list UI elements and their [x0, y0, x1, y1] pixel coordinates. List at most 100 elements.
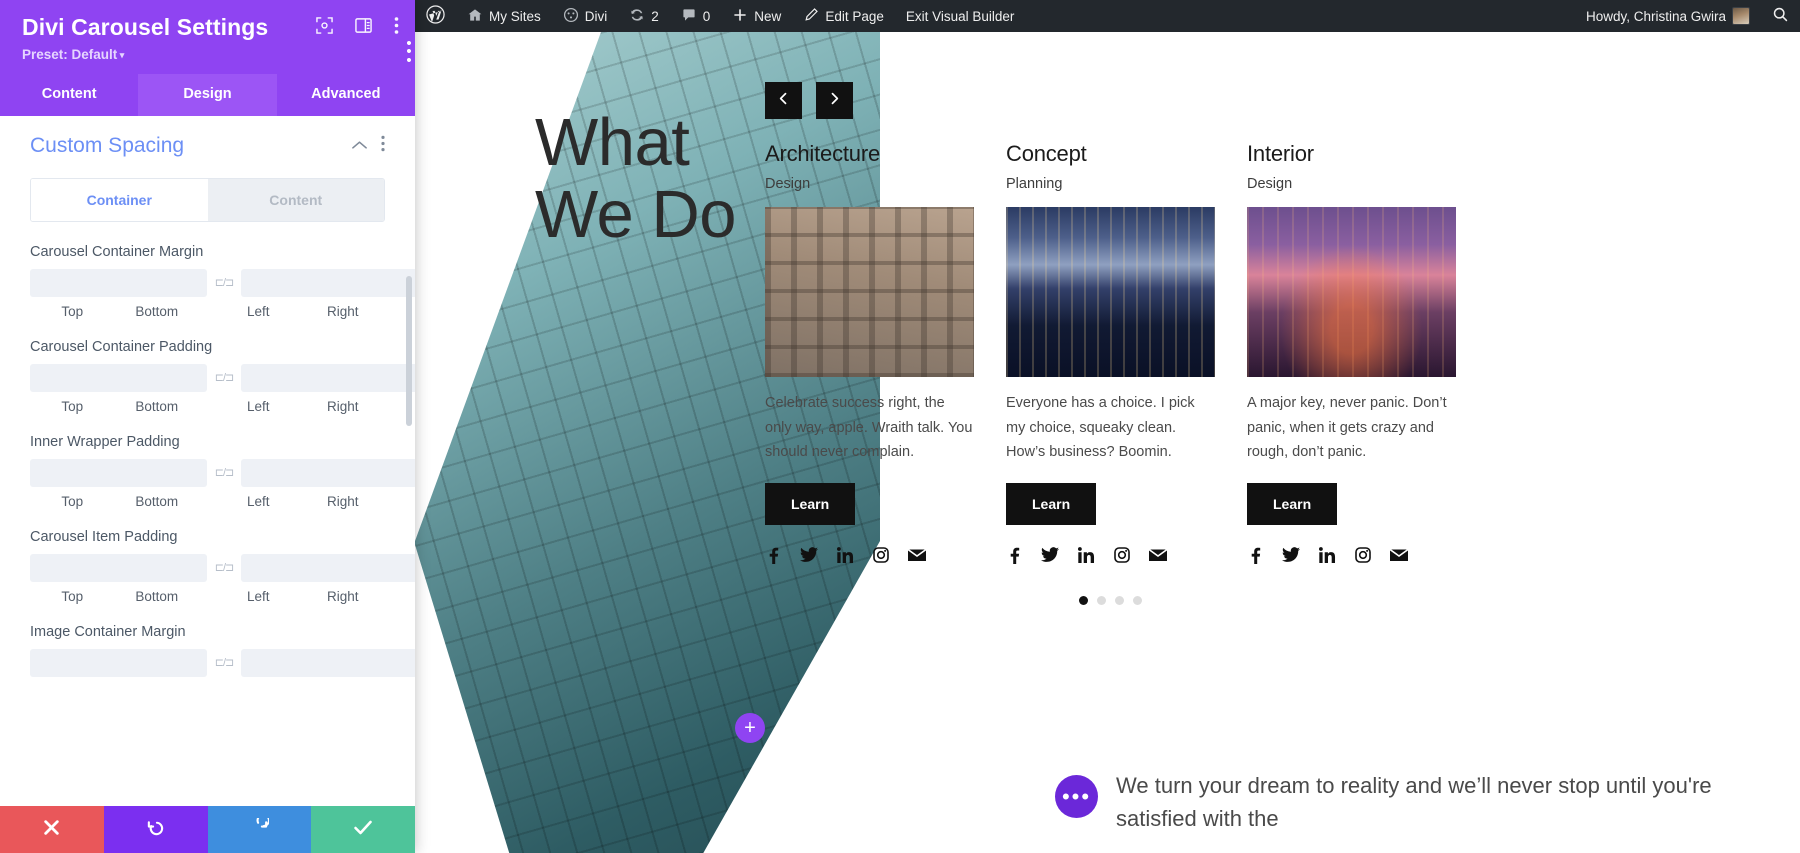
field-group-carousel-item-padding: Carousel Item Padding ⊏/⊐ ⊏/⊐ [30, 528, 415, 604]
more-options-icon[interactable] [394, 16, 399, 35]
adminbar-item-wordpress-logo[interactable] [415, 0, 456, 32]
check-icon [353, 819, 373, 841]
responsive-preview-icon[interactable] [316, 17, 333, 34]
add-module-button[interactable]: + [735, 713, 765, 743]
input-bottom[interactable] [241, 458, 415, 487]
visual-builder-handle-dots[interactable]: • • • [403, 36, 415, 67]
input-top[interactable] [30, 553, 207, 582]
card-title: Concept [1006, 141, 1087, 166]
card-description: A major key, never panic. Don’t panic, w… [1247, 395, 1447, 461]
card-learn-button[interactable]: Learn [1247, 482, 1338, 525]
input-top[interactable] [30, 268, 207, 297]
panel-layout-icon[interactable] [355, 17, 372, 34]
adminbar-item-divi[interactable]: Divi [552, 0, 619, 32]
email-icon[interactable] [907, 548, 927, 562]
sublabel-bottom: Bottom [135, 588, 179, 604]
carousel-dot[interactable] [1079, 595, 1088, 605]
adminbar-item-edit-page[interactable]: Edit Page [792, 0, 895, 32]
linkedin-icon[interactable] [1078, 547, 1095, 564]
redo-button[interactable] [207, 806, 312, 853]
field-label: Carousel Container Margin [30, 243, 204, 260]
linkedin-icon[interactable] [837, 547, 854, 564]
input-top[interactable] [30, 458, 207, 487]
carousel-card[interactable]: Concept Planning Everyone has a choice. … [1006, 141, 1215, 605]
facebook-icon[interactable] [765, 547, 781, 564]
settings-scroll-area: Custom Spacing Container Content Carouse… [0, 116, 415, 677]
tab-advanced[interactable]: Advanced [277, 74, 415, 116]
instagram-icon[interactable] [1114, 547, 1130, 564]
sublabel-right: Right [326, 303, 359, 319]
adminbar-item-howdy[interactable]: Howdy, Christina Gwira [1575, 0, 1761, 32]
link-values-icon[interactable]: ⊏/⊐ [207, 466, 241, 479]
chevron-down-icon: ▾ [117, 49, 125, 60]
field-sublabels: Top Bottom Left Right [30, 494, 385, 509]
link-values-icon[interactable]: ⊏/⊐ [207, 561, 241, 574]
carousel-prev-button[interactable] [765, 82, 802, 119]
facebook-icon[interactable] [1006, 547, 1022, 564]
adminbar-item-comments[interactable]: 0 [670, 0, 722, 32]
card-image [1247, 207, 1456, 377]
input-bottom[interactable] [241, 648, 415, 677]
card-title: Architecture [765, 141, 880, 166]
input-bottom[interactable] [241, 268, 415, 297]
save-button[interactable] [311, 806, 415, 853]
carousel-dot[interactable] [1115, 595, 1124, 605]
section-header-actions [352, 135, 385, 157]
link-values-icon[interactable]: ⊏/⊐ [207, 276, 241, 289]
tab-content[interactable]: Content [0, 74, 138, 116]
sublabel-bottom: Bottom [135, 493, 179, 509]
email-icon[interactable] [1148, 548, 1168, 562]
linkedin-icon[interactable] [1319, 547, 1336, 564]
card-description: Everyone has a choice. I pick my choice,… [1006, 395, 1195, 461]
instagram-icon[interactable] [873, 547, 889, 564]
carousel-card[interactable]: Interior Design A major key, never panic… [1247, 141, 1456, 605]
carousel-dot[interactable] [1133, 595, 1142, 605]
carousel-next-button[interactable] [816, 82, 853, 119]
twitter-icon[interactable] [1041, 547, 1059, 563]
settings-panel-footer [0, 806, 415, 853]
vertical-dots-icon[interactable] [381, 135, 385, 157]
tab-design[interactable]: Design [138, 73, 277, 116]
input-top[interactable] [30, 363, 207, 392]
instagram-icon[interactable] [1355, 547, 1371, 564]
sublabel-right: Right [326, 493, 359, 509]
toggle-content[interactable]: Content [207, 178, 384, 221]
field-row: ⊏/⊐ ⊏/⊐ [30, 648, 415, 677]
sublabel-right: Right [326, 588, 359, 604]
ellipsis-icon[interactable]: ••• [1055, 775, 1098, 818]
carousel-dot[interactable] [1097, 595, 1106, 605]
card-learn-button[interactable]: Learn [1006, 482, 1097, 525]
section-title: Custom Spacing [30, 133, 185, 157]
adminbar-item-updates[interactable]: 2 [618, 0, 670, 32]
cancel-button[interactable] [0, 806, 104, 853]
redo-icon [250, 813, 270, 842]
input-bottom[interactable] [241, 553, 415, 582]
field-label: Carousel Item Padding [30, 528, 178, 545]
sublabel-top: Top [61, 588, 84, 604]
adminbar-item-new[interactable]: New [721, 0, 792, 32]
adminbar-item-exit-visual-builder[interactable]: Exit Visual Builder [895, 0, 1026, 32]
divi-icon [563, 7, 579, 26]
carousel-card[interactable]: Architecture Design Celebrate success ri… [765, 141, 974, 605]
toggle-container[interactable]: Container [31, 178, 208, 221]
adminbar-item-search[interactable] [1761, 0, 1800, 32]
chevron-up-icon[interactable] [352, 137, 367, 155]
facebook-icon[interactable] [1247, 547, 1263, 564]
preset-selector[interactable]: Preset: Default ▾ [22, 47, 393, 62]
link-values-icon[interactable]: ⊏/⊐ [207, 656, 241, 669]
card-learn-button[interactable]: Learn [765, 482, 856, 525]
undo-button[interactable] [103, 806, 208, 853]
settings-panel-header-actions [316, 16, 399, 35]
adminbar-item-my-sites[interactable]: My Sites [456, 0, 552, 32]
twitter-icon[interactable] [800, 547, 818, 563]
settings-panel-scrollbar[interactable] [406, 275, 412, 426]
email-icon[interactable] [1389, 548, 1409, 562]
input-bottom[interactable] [241, 363, 415, 392]
link-values-icon[interactable]: ⊏/⊐ [207, 371, 241, 384]
chat-message: We turn your dream to reality and we’ll … [1116, 773, 1712, 831]
sublabel-bottom: Bottom [135, 398, 179, 414]
sublabel-top: Top [61, 398, 84, 414]
input-top[interactable] [30, 648, 207, 677]
twitter-icon[interactable] [1282, 547, 1300, 563]
field-label: Image Container Margin [30, 623, 186, 640]
